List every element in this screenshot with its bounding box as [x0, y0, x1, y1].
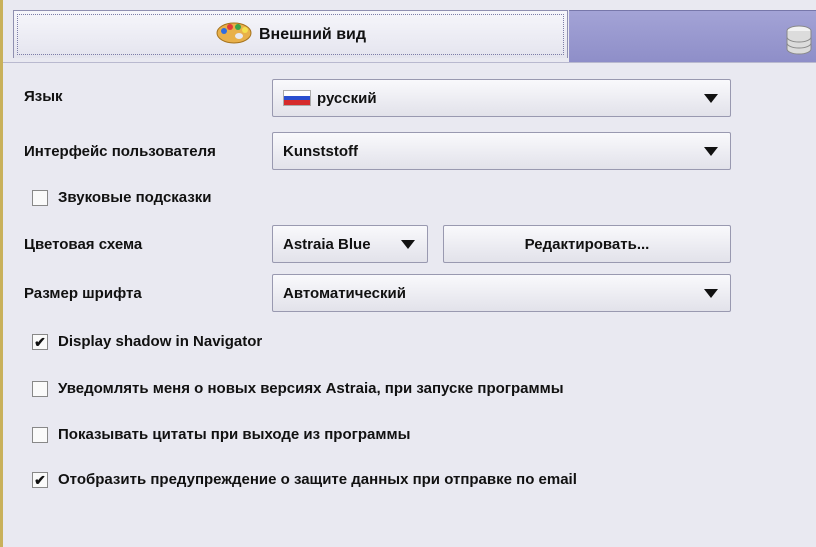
- sound-hints-row[interactable]: Звуковые подсказки: [32, 189, 212, 206]
- checkmark-icon: ✔: [34, 471, 46, 488]
- chevron-down-icon: [704, 94, 718, 103]
- notify-updates-row[interactable]: Уведомлять меня о новых версиях Astraia,…: [32, 380, 564, 397]
- color-scheme-select[interactable]: Astraia Blue: [272, 225, 428, 263]
- chevron-down-icon: [704, 147, 718, 156]
- language-label: Язык: [24, 88, 63, 105]
- tab-appearance[interactable]: Внешний вид: [13, 10, 568, 58]
- ui-select[interactable]: Kunststoff: [272, 132, 731, 170]
- sound-hints-label: Звуковые подсказки: [58, 189, 212, 206]
- edit-button-label: Редактировать...: [524, 235, 650, 253]
- notify-updates-label: Уведомлять меня о новых версиях Astraia,…: [58, 380, 564, 397]
- ui-label: Интерфейс пользователя: [24, 143, 216, 160]
- chevron-down-icon: [704, 289, 718, 298]
- palette-icon: [215, 20, 253, 49]
- show-quotes-row[interactable]: Показывать цитаты при выходе из программ…: [32, 426, 410, 443]
- privacy-warning-row[interactable]: ✔ Отобразить предупреждение о защите дан…: [32, 471, 577, 488]
- tab-database[interactable]: [569, 10, 816, 63]
- font-size-select[interactable]: Автоматический: [272, 274, 731, 312]
- database-icon: [785, 25, 813, 60]
- font-size-value: Автоматический: [283, 284, 406, 302]
- privacy-warning-label: Отобразить предупреждение о защите данны…: [58, 471, 577, 488]
- tab-appearance-label: Внешний вид: [258, 25, 367, 43]
- panel-divider: [3, 62, 816, 63]
- notify-updates-checkbox[interactable]: [32, 380, 48, 397]
- language-value: русский: [317, 89, 377, 107]
- checkmark-icon: ✔: [34, 333, 46, 350]
- russian-flag-icon: [283, 90, 311, 106]
- tab-bar: Внешний вид: [3, 0, 816, 63]
- window-edge: [0, 0, 3, 547]
- color-scheme-value: Astraia Blue: [283, 235, 371, 253]
- shadow-navigator-checkbox[interactable]: ✔: [32, 333, 48, 350]
- language-select[interactable]: русский: [272, 79, 731, 117]
- edit-button[interactable]: Редактировать...: [443, 225, 731, 263]
- show-quotes-checkbox[interactable]: [32, 426, 48, 443]
- ui-value: Kunststoff: [283, 142, 358, 160]
- chevron-down-icon: [401, 240, 415, 249]
- color-scheme-label: Цветовая схема: [24, 236, 143, 253]
- show-quotes-label: Показывать цитаты при выходе из программ…: [58, 426, 411, 443]
- privacy-warning-checkbox[interactable]: ✔: [32, 471, 48, 488]
- shadow-navigator-label: Display shadow in Navigator: [58, 333, 263, 350]
- sound-hints-checkbox[interactable]: [32, 189, 48, 206]
- font-size-label: Размер шрифта: [24, 285, 142, 302]
- shadow-navigator-row[interactable]: ✔ Display shadow in Navigator: [32, 333, 262, 350]
